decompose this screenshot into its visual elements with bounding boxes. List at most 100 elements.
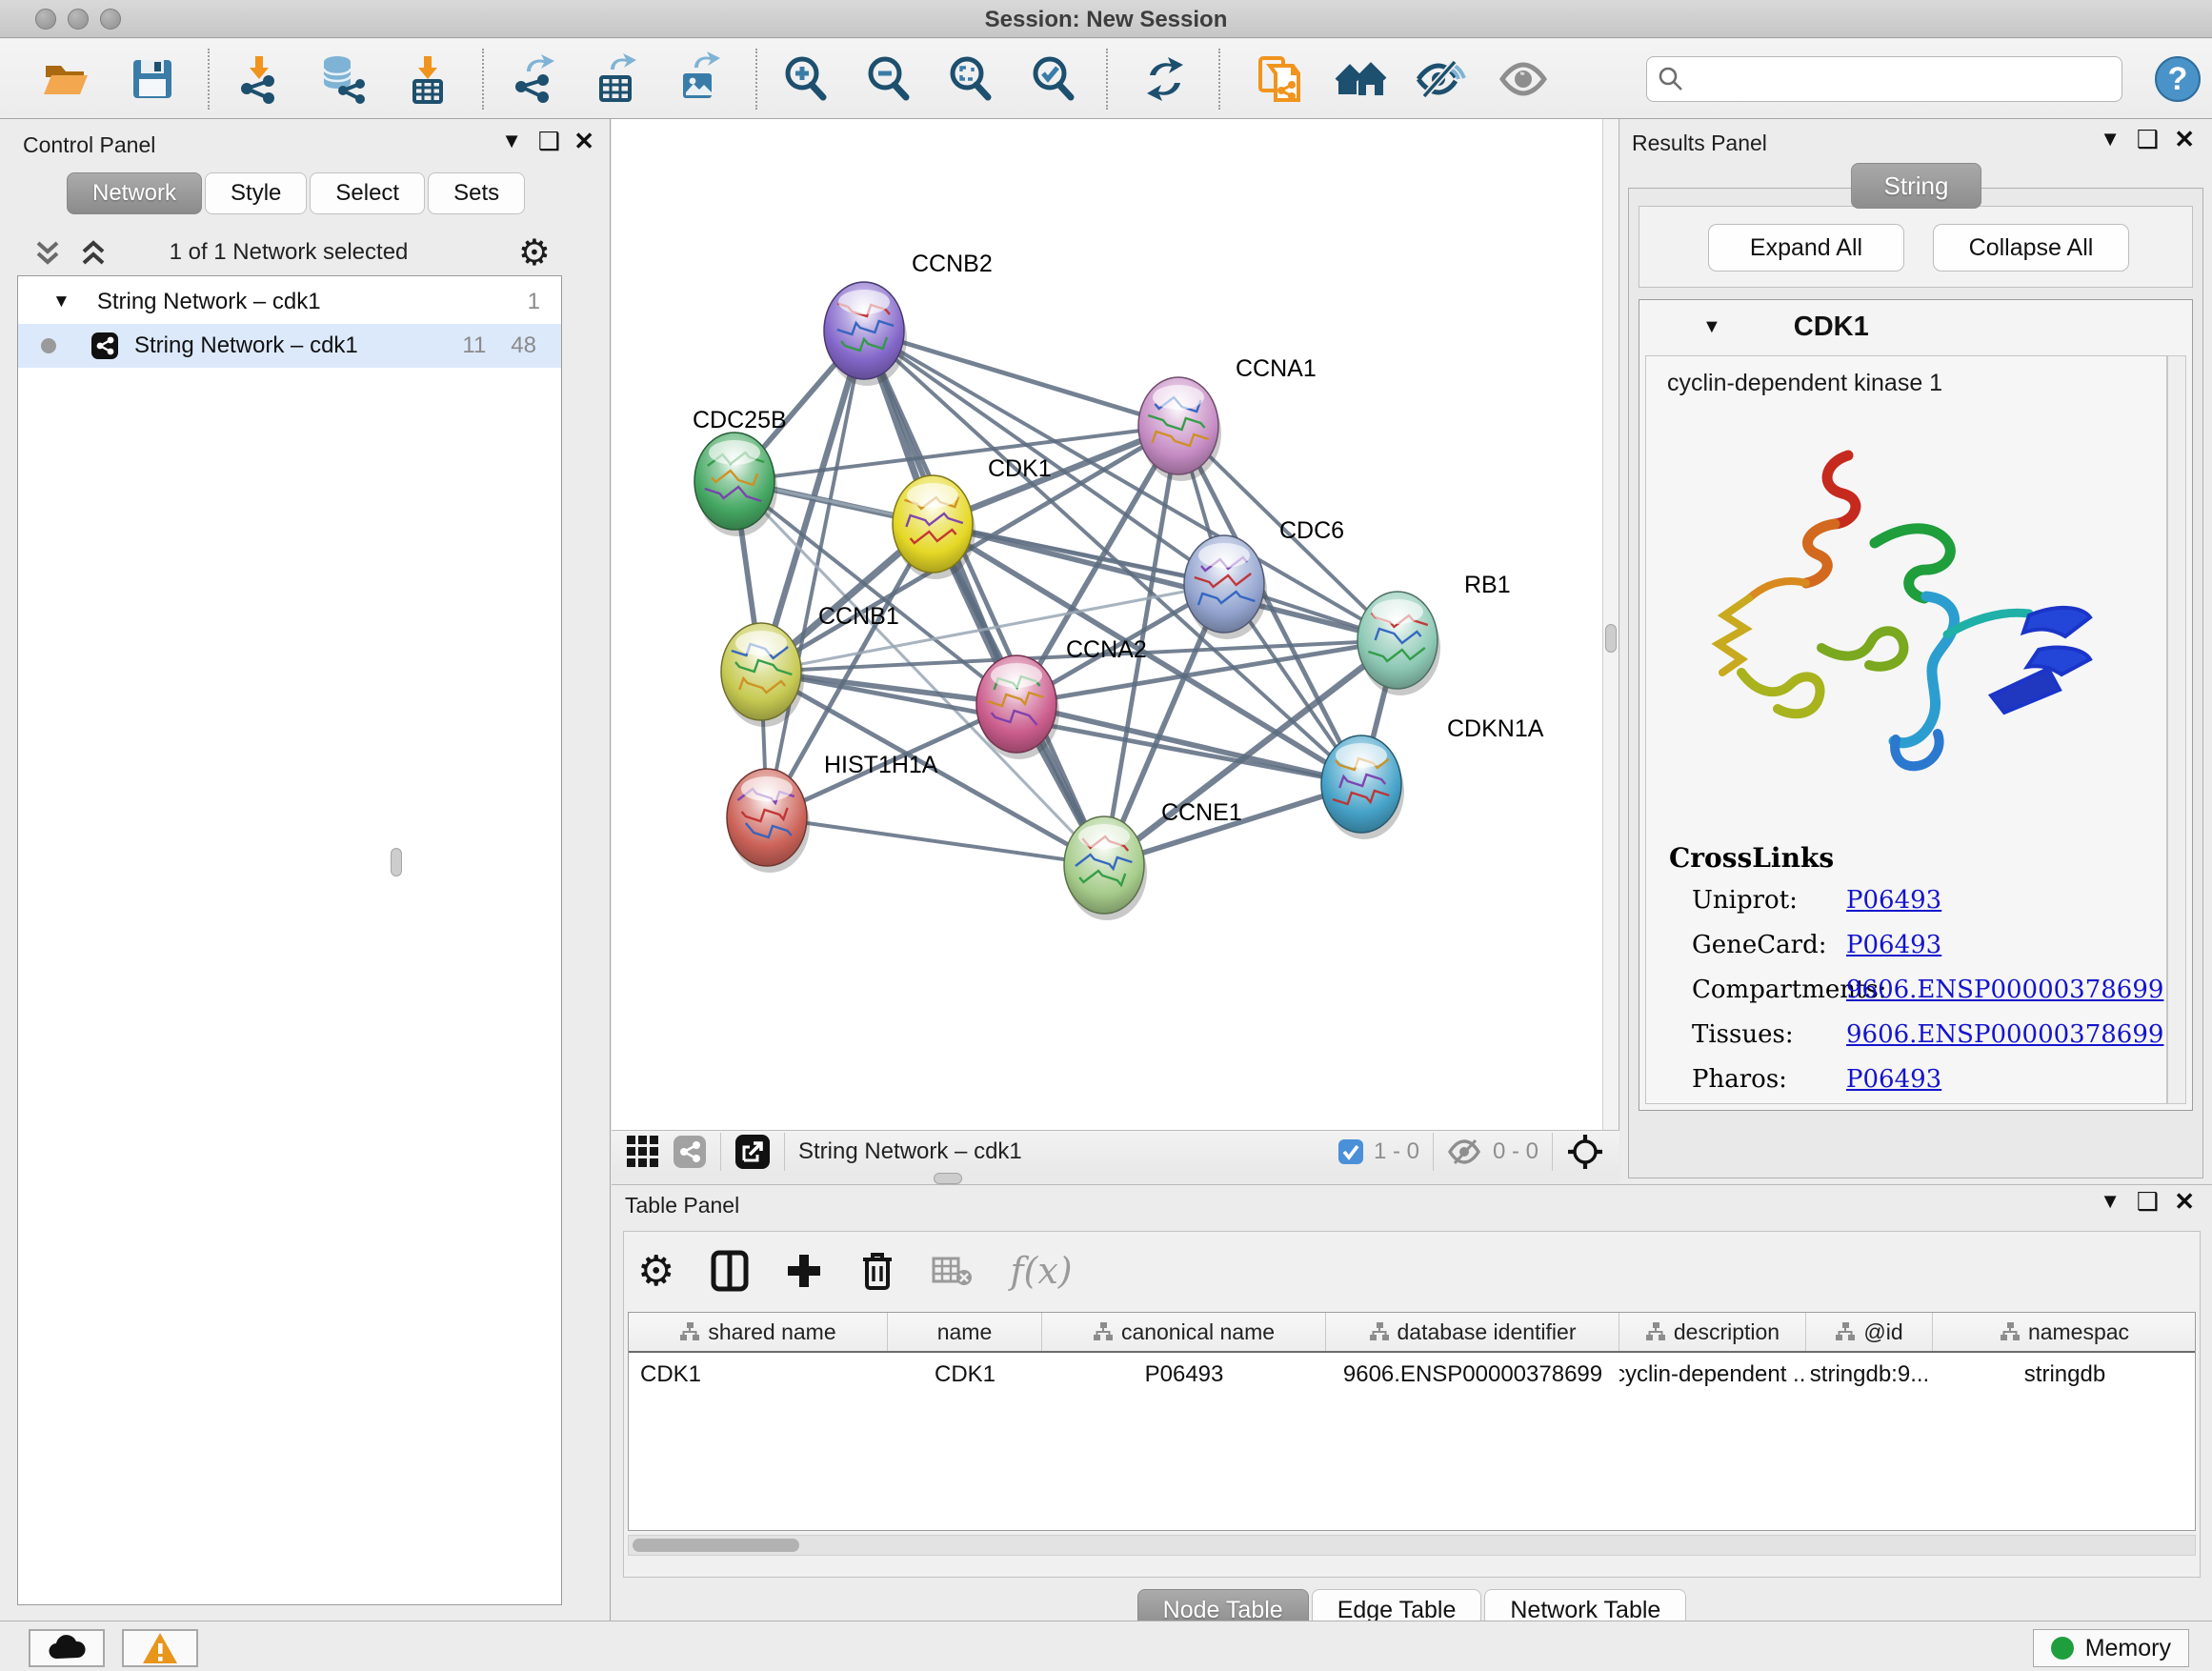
string-network-graph[interactable]: CCNB2CCNA1CDC25BCDK1CDC6RB1CCNB1CCNA2CDK… [612, 119, 1602, 1130]
section-collapse-icon[interactable]: ▼ [1702, 316, 1721, 338]
export-table-icon[interactable] [590, 52, 643, 106]
column-header-shared-name[interactable]: shared name [629, 1313, 888, 1351]
zoom-fit-icon[interactable] [944, 52, 997, 106]
network-edge[interactable] [864, 331, 1104, 865]
table-cell[interactable]: 9606.ENSP00000378699 [1326, 1353, 1619, 1397]
column-header--id[interactable]: @id [1806, 1313, 1933, 1351]
table-settings-gear-icon[interactable]: ⚙ [637, 1247, 674, 1296]
tab-string[interactable]: String [1851, 163, 1982, 209]
network-edge[interactable] [767, 817, 1104, 865]
node-label-CCNB2: CCNB2 [912, 251, 993, 277]
birdseye-grid-icon[interactable] [627, 1136, 659, 1168]
network-options-gear-icon[interactable]: ⚙ [518, 232, 551, 274]
delete-column-icon[interactable] [859, 1250, 895, 1292]
results-panel-collapse-icon[interactable]: ▼ [2100, 129, 2121, 150]
crosslink-link[interactable]: P06493 [1846, 886, 1941, 915]
column-header-namespac[interactable]: namespac [1933, 1313, 2196, 1351]
help-button[interactable]: ? [2151, 52, 2204, 106]
control-panel-collapse-icon[interactable]: ▼ [501, 131, 522, 151]
splitter-grip[interactable] [1605, 624, 1617, 653]
network-edge[interactable] [1016, 704, 1361, 784]
zoom-in-icon[interactable] [779, 52, 833, 106]
import-table-icon[interactable] [401, 52, 454, 106]
export-network-icon[interactable] [508, 52, 561, 106]
network-node-CDKN1A[interactable]: CDKN1A [1321, 715, 1544, 839]
hide-selected-icon[interactable] [1413, 52, 1466, 106]
table-panel-close-icon[interactable]: ✕ [2174, 1189, 2195, 1214]
control-panel-close-icon[interactable]: ✕ [573, 129, 594, 153]
gene-section-header[interactable]: ▼ CDK1 [1639, 300, 2192, 353]
first-neighbors-icon[interactable] [1335, 52, 1388, 106]
crosslink-label: GeneCard: [1692, 931, 1827, 959]
search-box[interactable] [1646, 56, 2122, 102]
crosslink-link[interactable]: 9606.ENSP00000378699 [1846, 1020, 2163, 1049]
expand-all-button[interactable]: Expand All [1708, 224, 1904, 272]
network-selection-status: 1 of 1 Network selected [17, 239, 560, 266]
hidden-eye-icon[interactable] [1447, 1137, 1483, 1166]
network-tree-row[interactable]: String Network – cdk1 11 48 [18, 324, 561, 368]
crosslink-link[interactable]: P06493 [1846, 931, 1941, 959]
export-image-icon[interactable] [672, 52, 725, 106]
network-canvas[interactable]: CCNB2CCNA1CDC25BCDK1CDC6RB1CCNB1CCNA2CDK… [612, 119, 1602, 1130]
control-panel-float-icon[interactable]: ❑ [538, 129, 560, 153]
show-columns-icon[interactable] [711, 1250, 749, 1292]
node-label-CDC6: CDC6 [1279, 517, 1344, 544]
table-cell[interactable]: cyclin-dependent ... [1619, 1353, 1806, 1397]
duplicate-network-icon[interactable] [1253, 52, 1306, 106]
results-panel-close-icon[interactable]: ✕ [2174, 127, 2195, 151]
open-session-icon[interactable] [38, 52, 91, 106]
tab-sets[interactable]: Sets [428, 172, 525, 214]
network-share-icon[interactable] [673, 1135, 707, 1169]
table-row[interactable]: CDK1CDK1P064939606.ENSP00000378699cyclin… [629, 1353, 2195, 1397]
refresh-layout-icon[interactable] [1138, 52, 1192, 106]
left-splitter-grip[interactable] [391, 848, 402, 876]
tab-select[interactable]: Select [310, 172, 425, 214]
column-header-name[interactable]: name [888, 1313, 1042, 1351]
crosslink-link[interactable]: 9606.ENSP00000378699 [1846, 976, 2163, 1004]
tree-expand-icon[interactable]: ▼ [52, 292, 70, 312]
column-header-canonical-name[interactable]: canonical name [1042, 1313, 1326, 1351]
network-node-CCNE1[interactable]: CCNE1 [1064, 799, 1242, 920]
crosslink-label: Uniprot: [1692, 886, 1798, 915]
table-panel-float-icon[interactable]: ❑ [2137, 1189, 2159, 1214]
show-all-icon[interactable] [1497, 52, 1550, 106]
selected-checkbox-icon[interactable] [1337, 1138, 1364, 1165]
table-cell[interactable]: P06493 [1042, 1353, 1326, 1397]
horizontal-splitter-grip[interactable] [934, 1173, 962, 1184]
fit-content-crosshair-icon[interactable] [1566, 1133, 1604, 1171]
save-session-icon[interactable] [126, 52, 179, 106]
zoom-selected-icon[interactable] [1027, 52, 1080, 106]
network-node-CCNA1[interactable]: CCNA1 [1138, 355, 1317, 481]
tab-style[interactable]: Style [205, 172, 307, 214]
results-panel-float-icon[interactable]: ❑ [2137, 127, 2159, 151]
table-panel-collapse-icon[interactable]: ▼ [2100, 1191, 2121, 1212]
memory-button[interactable]: Memory [2033, 1629, 2189, 1667]
table-hscrollbar[interactable] [628, 1535, 2196, 1556]
network-edge[interactable] [864, 331, 1178, 426]
table-cell[interactable]: CDK1 [888, 1353, 1042, 1397]
search-input[interactable] [1693, 67, 2112, 91]
network-tree-row[interactable]: ▼ String Network – cdk1 1 [18, 280, 561, 324]
column-header-description[interactable]: description [1619, 1313, 1806, 1351]
open-in-window-icon[interactable] [734, 1134, 771, 1170]
results-scrollbar[interactable] [2167, 355, 2186, 1104]
network-node-RB1[interactable]: RB1 [1357, 572, 1511, 695]
network-node-CCNB2[interactable]: CCNB2 [824, 251, 993, 386]
column-header-database-identifier[interactable]: database identifier [1326, 1313, 1619, 1351]
network-node-HIST1H1A[interactable]: HIST1H1A [727, 752, 938, 873]
tab-network[interactable]: Network [67, 172, 202, 214]
warnings-button[interactable] [122, 1629, 198, 1667]
vertical-splitter[interactable] [1602, 119, 1619, 1130]
add-column-icon[interactable] [785, 1252, 823, 1290]
network-node-CDC25B[interactable]: CDC25B [693, 407, 787, 536]
import-database-icon[interactable] [314, 52, 368, 106]
import-network-icon[interactable] [232, 52, 286, 106]
node-label-CDC25B: CDC25B [693, 407, 787, 433]
table-cell[interactable]: stringdb:9... [1806, 1353, 1933, 1397]
table-cell[interactable]: stringdb [1933, 1353, 2196, 1397]
cloud-status-button[interactable] [29, 1629, 105, 1667]
zoom-out-icon[interactable] [862, 52, 915, 106]
table-cell[interactable]: CDK1 [629, 1353, 888, 1397]
collapse-all-button[interactable]: Collapse All [1933, 224, 2129, 272]
crosslink-link[interactable]: P06493 [1846, 1065, 1941, 1094]
